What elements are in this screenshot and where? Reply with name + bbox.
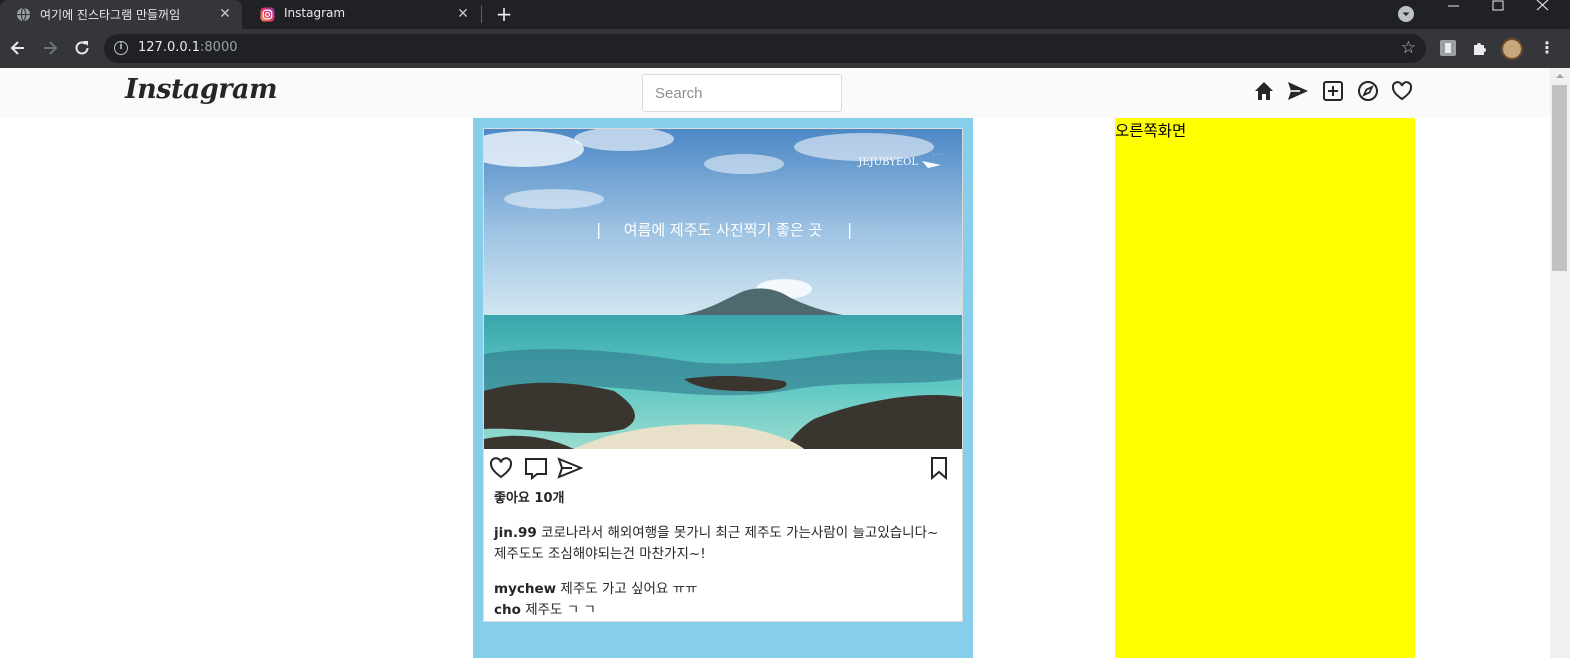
comment-text: 제주도 ㄱ ㄱ [525, 602, 596, 618]
search-input[interactable] [642, 74, 842, 112]
feed-area: · · · · JEJUBYEOL | 여름에 제주도 사진찍기 좋은 곳 | [473, 118, 973, 658]
tab-title: 여기에 진스타그램 만들꺼임 [40, 8, 181, 22]
caption-text: 코로나라서 해외여행을 못가니 최근 제주도 가는사람이 늘고있습니다~ 제주도… [494, 525, 939, 562]
like-heart-icon[interactable] [488, 455, 514, 481]
top-nav: Instagram [0, 68, 1550, 118]
post-card: · · · · JEJUBYEOL | 여름에 제주도 사진찍기 좋은 곳 | [483, 128, 963, 622]
url-text: 127.0.0.1:8000 [138, 40, 238, 55]
forward-icon[interactable] [40, 38, 60, 58]
svg-text:|: | [847, 220, 852, 239]
profile-avatar[interactable] [1501, 38, 1523, 60]
address-bar[interactable]: i 127.0.0.1:8000 ☆ [104, 34, 1426, 63]
tab-title: Instagram [284, 6, 346, 20]
comment-user[interactable]: mychew [494, 581, 556, 597]
site-info-icon[interactable]: i [114, 41, 128, 55]
scrollbar-thumb[interactable] [1552, 85, 1567, 271]
close-window-icon[interactable] [1520, 0, 1564, 29]
post-photo[interactable]: · · · · JEJUBYEOL | 여름에 제주도 사진찍기 좋은 곳 | [484, 129, 962, 449]
tab-instagram[interactable]: Instagram ✕ [244, 0, 480, 29]
back-icon[interactable] [8, 38, 28, 58]
tab-search-icon[interactable] [1398, 6, 1414, 22]
instagram-icon [260, 7, 275, 22]
new-post-icon[interactable] [1322, 80, 1344, 102]
home-icon[interactable] [1253, 80, 1275, 102]
close-tab-icon[interactable]: ✕ [454, 5, 472, 23]
instagram-logo[interactable]: Instagram [125, 74, 278, 105]
activity-icon[interactable] [1391, 80, 1413, 102]
bookmark-star-icon[interactable]: ☆ [1401, 38, 1416, 58]
comment-text: 제주도 가고 싶어요 ㅠㅠ [560, 581, 698, 597]
comment-row: mychew 제주도 가고 싶어요 ㅠㅠ [494, 579, 697, 599]
maximize-icon[interactable] [1476, 0, 1520, 29]
minimize-icon[interactable] [1432, 0, 1476, 29]
extension-icon[interactable] [1439, 39, 1457, 57]
scroll-up-icon[interactable] [1550, 69, 1570, 83]
right-panel-text: 오른쪽화면 [1115, 122, 1187, 140]
photo-watermark: JEJUBYEOL [857, 157, 918, 168]
page: Instagram Search · · · · JEJUBYEOL | 여름에… [0, 68, 1570, 658]
bookmark-icon[interactable] [926, 455, 952, 481]
photo-overlay-text: 여름에 제주도 사진찍기 좋은 곳 [624, 221, 822, 239]
tab-active[interactable]: 여기에 진스타그램 만들꺼임 ✕ [0, 0, 242, 29]
direct-icon[interactable] [1287, 80, 1309, 102]
share-icon[interactable] [557, 455, 583, 481]
page-scrollbar[interactable] [1550, 68, 1570, 658]
browser-toolbar: i 127.0.0.1:8000 ☆ ⋮ [0, 29, 1570, 68]
post-actions [484, 453, 962, 483]
svg-text:· · · ·: · · · · [933, 152, 942, 157]
post-caption: jin.99 코로나라서 해외여행을 못가니 최근 제주도 가는사람이 늘고있습… [494, 523, 954, 565]
svg-text:|: | [596, 220, 601, 239]
comment-user[interactable]: cho [494, 602, 521, 618]
menu-icon[interactable]: ⋮ [1539, 38, 1555, 58]
globe-icon [16, 7, 31, 22]
puzzle-icon[interactable] [1471, 39, 1489, 57]
new-tab-icon[interactable]: + [494, 4, 514, 24]
explore-icon[interactable] [1357, 80, 1379, 102]
close-tab-icon[interactable]: ✕ [216, 5, 234, 23]
comment-icon[interactable] [523, 455, 549, 481]
comment-row: cho 제주도 ㄱ ㄱ [494, 600, 596, 620]
right-panel: 오른쪽화면 [1115, 118, 1415, 658]
reload-icon[interactable] [72, 38, 92, 58]
caption-author[interactable]: jin.99 [494, 525, 537, 541]
browser-tab-bar: 여기에 진스타그램 만들꺼임 ✕ Instagram ✕ + [0, 0, 1570, 29]
like-count: 좋아요 10개 [494, 491, 565, 506]
tab-separator [481, 6, 482, 23]
